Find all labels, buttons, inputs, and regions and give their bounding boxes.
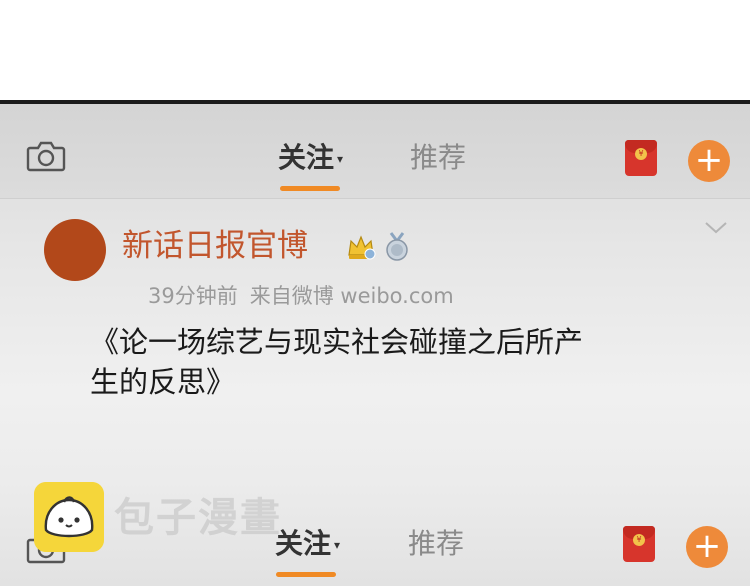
- tab-follow[interactable]: 关注 ▾: [275, 526, 340, 563]
- active-tab-indicator: [276, 572, 336, 577]
- tab-follow[interactable]: 关注 ▾: [278, 140, 343, 177]
- tab-recommend[interactable]: 推荐: [408, 526, 464, 562]
- post-username[interactable]: 新话日报官博: [122, 226, 308, 266]
- dropdown-caret-icon: ▾: [337, 152, 344, 166]
- post-text: 《论一场综艺与现实社会碰撞之后所产生的反思》: [90, 325, 584, 399]
- red-packet-icon[interactable]: ¥: [625, 140, 657, 176]
- tab-follow-label: 关注: [275, 527, 332, 560]
- baozi-logo-icon: [34, 482, 104, 552]
- app-frame: 关注 ▾ 推荐 ¥ + 新话日报官博 39分钟前 来自微博 weibo.com …: [0, 104, 750, 586]
- top-nav-bar: 关注 ▾ 推荐 ¥ +: [0, 104, 750, 199]
- weibo-post-card: 新话日报官博 39分钟前 来自微博 weibo.com 《论一场综艺与现实社会碰撞…: [0, 199, 750, 489]
- chevron-down-icon[interactable]: [704, 221, 728, 235]
- post-meta: 39分钟前 来自微博 weibo.com: [148, 281, 454, 311]
- post-source: 来自微博 weibo.com: [249, 284, 454, 308]
- post-time: 39分钟前: [148, 284, 238, 308]
- tab-follow-label: 关注: [278, 141, 335, 174]
- dropdown-caret-icon: ▾: [334, 538, 341, 552]
- bottom-nav-bar: 关注 ▾ 推荐 ¥ +: [0, 499, 750, 586]
- compose-plus-button[interactable]: +: [686, 526, 728, 568]
- medal-badge-icon: [386, 232, 408, 261]
- yuan-coin-icon: ¥: [635, 148, 647, 160]
- yuan-coin-icon: ¥: [633, 534, 645, 546]
- avatar[interactable]: [44, 219, 106, 281]
- red-packet-icon[interactable]: ¥: [623, 526, 655, 562]
- crown-badge-icon: [348, 235, 376, 260]
- camera-icon[interactable]: [26, 140, 66, 172]
- screenshot-page: 关注 ▾ 推荐 ¥ + 新话日报官博 39分钟前 来自微博 weibo.com …: [0, 0, 750, 586]
- top-blank-area: [0, 0, 750, 100]
- compose-plus-button[interactable]: +: [688, 140, 730, 182]
- tab-recommend[interactable]: 推荐: [410, 140, 466, 176]
- active-tab-indicator: [280, 186, 340, 191]
- watermark-text: 包子漫畫: [114, 495, 282, 541]
